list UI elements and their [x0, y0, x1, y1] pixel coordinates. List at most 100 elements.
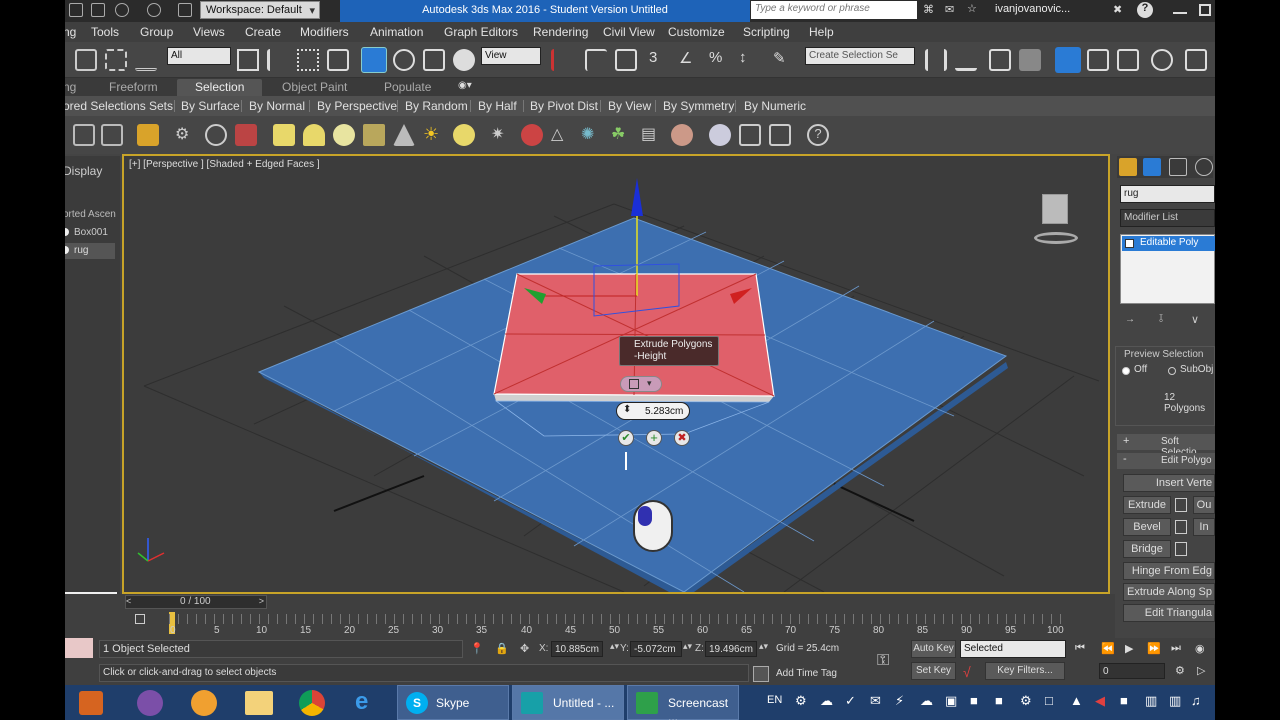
time-tag-icon[interactable]	[753, 666, 769, 682]
cube-icon[interactable]	[1042, 194, 1068, 224]
window-crossing-icon[interactable]	[327, 49, 349, 71]
bevel-settings-button[interactable]	[1175, 520, 1187, 534]
menu-modifiers[interactable]: Modifiers	[300, 25, 349, 39]
network-icon[interactable]: ▥	[1169, 693, 1181, 709]
set-key-button[interactable]: Set Key	[911, 662, 956, 680]
tray-icon[interactable]: □	[1045, 693, 1053, 708]
foliage-icon[interactable]: ☘	[611, 124, 633, 146]
stack-item[interactable]: Editable Poly	[1122, 236, 1215, 251]
height-value[interactable]: 5.283cm	[645, 406, 683, 417]
pivot-center-icon[interactable]	[551, 49, 573, 71]
tray-icon[interactable]: ⚙	[795, 693, 807, 709]
menu-rendering-partial[interactable]: ng	[65, 25, 76, 39]
by-surface-button[interactable]: By Surface	[181, 99, 240, 113]
by-symmetry-button[interactable]: By Symmetry	[663, 99, 734, 113]
undo-icon[interactable]	[115, 3, 129, 17]
list-item[interactable]: rug	[65, 243, 115, 259]
key-mode-dropdown[interactable]: Selected	[960, 640, 1066, 658]
unlink-icon[interactable]	[105, 49, 127, 71]
stored-selections-button[interactable]: ored Selections	[65, 99, 146, 113]
track-bar[interactable]	[169, 614, 1069, 624]
modify-tab-icon[interactable]	[1143, 158, 1161, 176]
curve-editor-icon[interactable]	[1087, 49, 1109, 71]
bridge-button[interactable]: Bridge	[1123, 540, 1171, 558]
menu-create[interactable]: Create	[245, 25, 281, 39]
edit-polygons-rollout[interactable]: - Edit Polygo	[1117, 453, 1215, 469]
key-filters-button[interactable]: Key Filters...	[985, 662, 1065, 680]
menu-scripting[interactable]: Scripting	[743, 25, 790, 39]
schematic-view-icon[interactable]	[1117, 49, 1139, 71]
container-icon[interactable]	[73, 124, 95, 146]
angle-snap-icon[interactable]: ∠	[679, 49, 701, 71]
height-spinner[interactable]: ⬍ 5.283cm	[616, 402, 690, 420]
tray-icon[interactable]: ⚙	[1020, 693, 1032, 709]
current-frame-field[interactable]: 0	[1099, 663, 1165, 679]
exchange-icon[interactable]: ✖	[1113, 3, 1122, 16]
binoculars-icon[interactable]: ⌘	[923, 3, 934, 16]
reference-coordinate-dropdown[interactable]: View	[481, 47, 541, 65]
tray-icon[interactable]: ☁	[920, 693, 933, 709]
keyboard-shortcut-icon[interactable]	[615, 49, 637, 71]
play-icon[interactable]: ▶	[1125, 642, 1133, 655]
visibility-icon[interactable]	[65, 246, 69, 254]
tab-modeling[interactable]: ng	[65, 80, 76, 94]
key-mode-toggle-icon[interactable]: ◉	[1195, 642, 1205, 655]
make-unique-icon[interactable]: ∨	[1191, 313, 1199, 326]
character-icon[interactable]	[205, 124, 227, 146]
menu-views[interactable]: Views	[193, 25, 225, 39]
auto-key-button[interactable]: Auto Key	[911, 640, 956, 658]
ok-button[interactable]: ✔	[618, 430, 634, 446]
select-place-icon[interactable]	[453, 49, 475, 71]
preview-off-radio[interactable]	[1122, 367, 1130, 375]
table-icon[interactable]	[101, 124, 123, 146]
z-coordinate-field[interactable]: 19.496cm	[705, 641, 757, 657]
sort-header[interactable]: orted Ascen	[65, 209, 116, 220]
helper-icon[interactable]: △	[551, 124, 573, 146]
render-setup-icon[interactable]	[1185, 49, 1207, 71]
viewcube-ring[interactable]	[1034, 232, 1078, 244]
x-coordinate-field[interactable]: 10.885cm	[551, 641, 603, 657]
bind-space-warp-icon[interactable]	[135, 49, 157, 71]
extrude-type-button[interactable]: ▾	[620, 376, 662, 392]
chrome-icon[interactable]	[299, 690, 325, 716]
menu-civil-view[interactable]: Civil View	[603, 25, 655, 39]
spinner-icon[interactable]: ▴▾	[610, 641, 619, 652]
sun-icon[interactable]: ☀	[423, 124, 445, 146]
network-icon[interactable]: ▥	[1145, 693, 1157, 709]
spinner-icon[interactable]: ▴▾	[683, 641, 692, 652]
by-normal-button[interactable]: By Normal	[249, 99, 305, 113]
modifier-stack[interactable]: Editable Poly	[1120, 234, 1215, 304]
select-scale-icon[interactable]	[423, 49, 445, 71]
maxscript-listener[interactable]	[65, 638, 93, 658]
navigation-icon[interactable]: ▷	[1197, 664, 1205, 677]
tab-freeform[interactable]: Freeform	[109, 80, 158, 94]
communication-icon[interactable]: ✉	[945, 3, 954, 16]
by-random-button[interactable]: By Random	[405, 99, 468, 113]
ribbon-toggle-icon[interactable]	[1019, 49, 1041, 71]
help-circle-icon[interactable]: ?	[807, 124, 829, 146]
scene-explorer-icon[interactable]	[1055, 47, 1081, 73]
tray-icon[interactable]: ⚡	[895, 693, 904, 709]
material-editor-icon[interactable]	[1151, 49, 1173, 71]
create-tab-icon[interactable]	[1119, 158, 1137, 176]
menu-group[interactable]: Group	[140, 25, 173, 39]
hinge-from-edge-button[interactable]: Hinge From Edg	[1123, 562, 1215, 580]
select-by-name-icon[interactable]	[267, 49, 289, 71]
by-perspective-button[interactable]: By Perspective	[317, 99, 397, 113]
cancel-button[interactable]: ✖	[674, 430, 690, 446]
workspace-dropdown[interactable]: Workspace: Default	[200, 1, 320, 19]
file-explorer-icon[interactable]	[245, 691, 273, 715]
internet-explorer-icon[interactable]: e	[355, 690, 381, 716]
previous-frame-icon[interactable]: ⏪	[1101, 642, 1115, 655]
insert-vertex-button[interactable]: Insert Verte	[1123, 474, 1215, 492]
tray-icon[interactable]: ◀	[1095, 693, 1105, 709]
select-object-icon[interactable]	[237, 49, 259, 71]
tray-icon[interactable]: ■	[995, 693, 1003, 708]
soft-selection-rollout[interactable]: + Soft Selectio	[1117, 434, 1215, 458]
save-icon[interactable]	[91, 3, 105, 17]
list-item[interactable]: Box001	[65, 226, 115, 242]
batch-render-icon[interactable]	[769, 124, 791, 146]
create-icon[interactable]	[137, 124, 159, 146]
spinner-icon[interactable]: ⬍	[623, 404, 631, 415]
menu-graph-editors[interactable]: Graph Editors	[444, 25, 518, 39]
